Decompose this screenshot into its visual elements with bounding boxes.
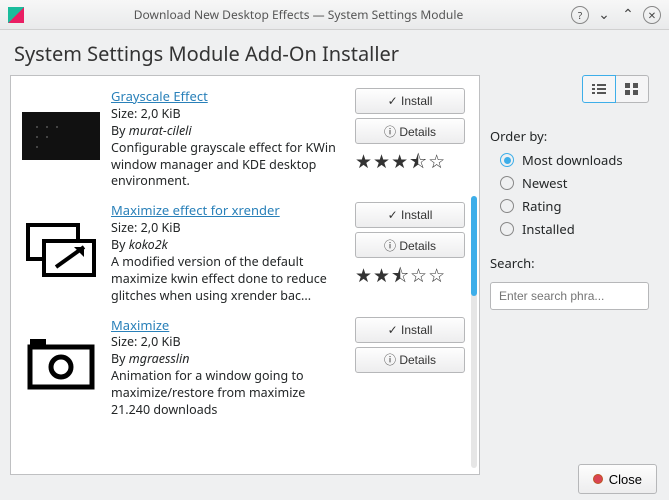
details-button[interactable]: ⓘ Details xyxy=(355,347,465,373)
item-title-link[interactable]: Grayscale Effect xyxy=(111,87,208,105)
scrollbar[interactable] xyxy=(471,196,477,468)
item-description: Configurable grayscale effect for KWin w… xyxy=(111,139,336,190)
rating-stars: ★★⯪☆☆ xyxy=(355,262,465,294)
item-size: Size: 2,0 KiB xyxy=(111,219,181,236)
item-thumbnail xyxy=(21,335,101,395)
maximize-button[interactable]: ⌃ xyxy=(619,6,637,24)
item-by: By xyxy=(111,122,129,139)
details-button[interactable]: ⓘ Details xyxy=(355,118,465,144)
page-header: System Settings Module Add-On Installer xyxy=(0,30,669,75)
scrollbar-thumb[interactable] xyxy=(471,196,477,296)
item-description: Animation for a window going to maximize… xyxy=(111,367,305,418)
list-item: Grayscale Effect Size: 2,0 KiB By murat-… xyxy=(17,82,469,196)
install-button[interactable]: ✓ Install xyxy=(355,317,465,343)
window-title: Download New Desktop Effects — System Se… xyxy=(32,6,565,23)
radio-icon xyxy=(500,222,514,236)
search-input[interactable] xyxy=(490,282,649,310)
order-by-label: Order by: xyxy=(490,127,649,145)
item-author: koko2k xyxy=(129,236,168,253)
close-button[interactable]: Close xyxy=(578,464,657,494)
close-icon xyxy=(593,474,603,484)
item-thumbnail xyxy=(21,106,101,166)
item-by: By xyxy=(111,236,129,253)
radio-icon xyxy=(500,176,514,190)
list-view-icon xyxy=(592,83,606,95)
radio-icon xyxy=(500,153,514,167)
radio-rating[interactable]: Rating xyxy=(500,197,649,215)
search-label: Search: xyxy=(490,254,649,272)
item-title-link[interactable]: Maximize effect for xrender xyxy=(111,201,280,219)
list-item: Maximize Size: 2,0 KiB By mgraesslin Ani… xyxy=(17,311,469,425)
details-button[interactable]: ⓘ Details xyxy=(355,232,465,258)
sidebar: Order by: Most downloads Newest Rating I… xyxy=(480,75,659,475)
close-window-button[interactable]: ✕ xyxy=(643,6,661,24)
view-grid-button[interactable] xyxy=(615,75,649,103)
rating-stars: ★★★⯪☆ xyxy=(355,148,465,180)
item-size: Size: 2,0 KiB xyxy=(111,333,181,350)
list-item: Maximize effect for xrender Size: 2,0 Ki… xyxy=(17,196,469,310)
radio-most-downloads[interactable]: Most downloads xyxy=(500,151,649,169)
addon-list: Grayscale Effect Size: 2,0 KiB By murat-… xyxy=(10,75,480,475)
minimize-button[interactable]: ⌄ xyxy=(595,6,613,24)
item-description: A modified version of the default maximi… xyxy=(111,253,327,304)
view-list-button[interactable] xyxy=(582,75,616,103)
radio-newest[interactable]: Newest xyxy=(500,174,649,192)
item-size: Size: 2,0 KiB xyxy=(111,105,181,122)
grid-view-icon xyxy=(625,83,639,95)
item-by: By xyxy=(111,350,129,367)
item-thumbnail xyxy=(21,220,101,280)
help-button[interactable]: ? xyxy=(571,6,589,24)
item-author: mgraesslin xyxy=(129,350,190,367)
install-button[interactable]: ✓ Install xyxy=(355,202,465,228)
install-button[interactable]: ✓ Install xyxy=(355,88,465,114)
page-title: System Settings Module Add-On Installer xyxy=(14,40,655,67)
app-icon xyxy=(8,7,24,23)
item-title-link[interactable]: Maximize xyxy=(111,316,169,334)
titlebar: Download New Desktop Effects — System Se… xyxy=(0,0,669,30)
radio-icon xyxy=(500,199,514,213)
radio-installed[interactable]: Installed xyxy=(500,220,649,238)
item-author: murat-cileli xyxy=(129,122,192,139)
